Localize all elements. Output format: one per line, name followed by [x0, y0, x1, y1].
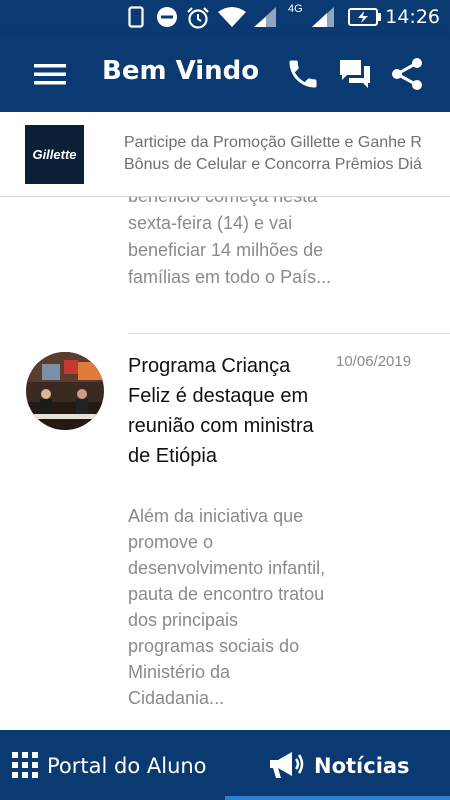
hamburger-menu-icon [34, 64, 66, 85]
phone-device-icon [128, 6, 144, 28]
app-bar: Bem Vindo [0, 34, 450, 112]
meeting-photo-icon [26, 352, 104, 430]
news-summary: Além da iniciativa que promove o desenvo… [128, 506, 326, 708]
ad-text-line-2: Bônus de Celular e Concorra Prêmios Diá [124, 156, 422, 173]
tab-noticias[interactable]: Notícias [225, 730, 450, 800]
phone-icon [289, 60, 317, 88]
news-date: 10/06/2019 [336, 353, 412, 370]
news-thumbnail [26, 352, 104, 430]
tab-portal-do-aluno[interactable]: Portal do Aluno [0, 730, 225, 800]
chat-icon [340, 60, 370, 88]
call-button[interactable] [285, 56, 321, 92]
previous-news-summary: beneficio começa nesta sexta-feira (14) … [128, 197, 332, 287]
bottom-navigation: Portal do Aluno Notícias [0, 730, 450, 800]
page-title: Bem Vindo [102, 56, 260, 86]
wifi-icon [218, 7, 246, 27]
news-list[interactable]: beneficio começa nesta sexta-feira (14) … [0, 197, 450, 730]
divider [128, 333, 450, 334]
grid-icon [12, 752, 38, 778]
network-type-label: 4G [288, 3, 303, 15]
megaphone-icon [270, 752, 304, 778]
status-bar: 4G 14:26 [0, 0, 450, 34]
menu-button[interactable] [32, 56, 68, 92]
battery-charging-icon [348, 8, 381, 26]
ad-text: Participe da Promoção Gillette e Ganhe R… [124, 132, 444, 176]
alarm-icon [187, 7, 209, 29]
tab-label: Portal do Aluno [47, 754, 207, 778]
signal-2-icon [312, 7, 334, 27]
gillette-logo: Gillette [25, 125, 84, 184]
share-button[interactable] [389, 56, 425, 92]
do-not-disturb-icon [157, 7, 177, 27]
chat-button[interactable] [337, 56, 373, 92]
ad-text-line-1: Participe da Promoção Gillette e Ganhe R [124, 134, 422, 151]
signal-1-icon [254, 7, 276, 27]
share-icon [392, 58, 422, 90]
status-time: 14:26 [385, 6, 440, 28]
ad-banner[interactable]: Gillette Participe da Promoção Gillette … [0, 112, 450, 197]
active-tab-indicator [225, 796, 450, 800]
news-title: Programa Criança Feliz é destaque em reu… [128, 355, 314, 467]
tab-label: Notícias [314, 754, 410, 778]
